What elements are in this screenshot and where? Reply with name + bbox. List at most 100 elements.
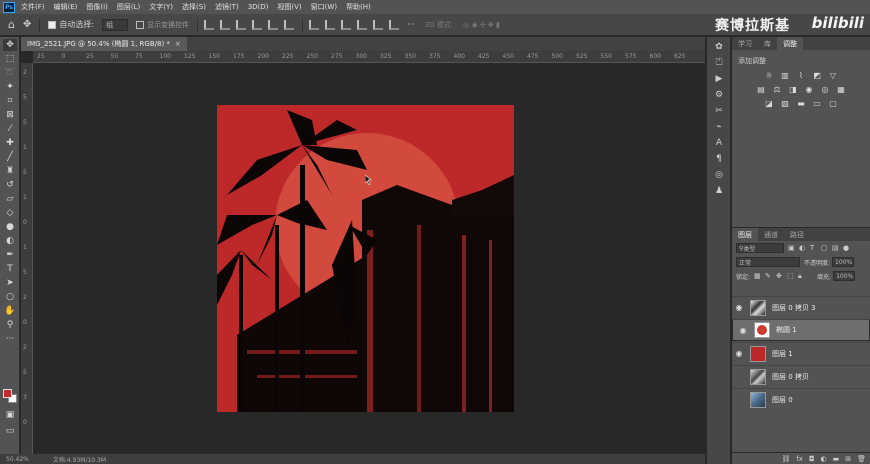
levels-icon[interactable]: ▥ [780, 71, 790, 80]
align-bottom-icon[interactable] [284, 19, 295, 30]
layer-name[interactable]: 图层 1 [772, 349, 793, 359]
quick-mask-icon[interactable]: ▣ [3, 409, 17, 421]
zoom-level[interactable]: 50.42% [6, 456, 29, 463]
tab-libraries[interactable]: 库 [758, 37, 777, 50]
layer-row[interactable]: ◉ 椭圆 1 [732, 319, 870, 341]
opacity-field[interactable]: 100% [832, 257, 855, 267]
layer-name[interactable]: 图层 0 拷贝 [772, 372, 809, 382]
filter-type-icon[interactable]: T [810, 244, 817, 252]
history-brush-icon[interactable]: ↺ [3, 179, 17, 191]
ellipse-tool-icon[interactable]: ○ [3, 291, 17, 303]
layer-row[interactable]: 图层 0 拷贝 [732, 365, 870, 387]
brightness-icon[interactable]: ☼ [764, 71, 774, 80]
blur-tool-icon[interactable]: ● [3, 221, 17, 233]
lock-pixels-icon[interactable]: ▦ [754, 272, 761, 280]
distribute-bottom-icon[interactable] [341, 19, 352, 30]
align-right-icon[interactable] [236, 19, 247, 30]
auto-select-checkbox[interactable] [48, 20, 57, 29]
menu-view[interactable]: 视图(V) [277, 2, 301, 12]
layer-filter-dropdown[interactable]: ⚲ 类型 [736, 243, 784, 253]
screen-mode-icon[interactable]: ▭ [3, 425, 17, 437]
path-select-icon[interactable]: ➤ [3, 277, 17, 289]
filter-shape-icon[interactable]: ▢ [821, 244, 828, 252]
distribute-right-icon[interactable] [389, 19, 400, 30]
healing-tool-icon[interactable]: ✚ [3, 137, 17, 149]
move-tool-icon[interactable]: ✥ [23, 19, 31, 30]
document-canvas[interactable] [217, 105, 514, 412]
tab-paths[interactable]: 路径 [784, 228, 810, 241]
layer-name[interactable]: 图层 0 [772, 395, 793, 405]
paths-panel-icon[interactable]: ⌁ [712, 121, 726, 133]
auto-select-option[interactable]: 自动选择: [48, 19, 94, 30]
brush-settings-icon[interactable]: ✂ [712, 105, 726, 117]
type-tool-icon[interactable]: T [3, 263, 17, 275]
menu-window[interactable]: 窗口(W) [311, 2, 337, 12]
distribute-center-icon[interactable] [373, 19, 384, 30]
invert-icon[interactable]: ◪ [764, 99, 774, 108]
filter-adjust-icon[interactable]: ◐ [799, 244, 806, 252]
filter-pixel-icon[interactable]: ▣ [788, 244, 795, 252]
menu-type[interactable]: 文字(Y) [149, 2, 173, 12]
align-left-icon[interactable] [204, 19, 215, 30]
crop-tool-icon[interactable]: ⌗ [3, 95, 17, 107]
distribute-left-icon[interactable] [357, 19, 368, 30]
channel-mixer-icon[interactable]: ◎ [820, 85, 830, 94]
tab-channels[interactable]: 通道 [758, 228, 784, 241]
black-white-icon[interactable]: ◨ [788, 85, 798, 94]
color-balance-icon[interactable]: ⚖ [772, 85, 782, 94]
layer-row[interactable]: ◉ 图层 0 拷贝 3 [732, 296, 870, 318]
close-tab-icon[interactable]: × [175, 40, 181, 48]
menu-3d[interactable]: 3D(D) [248, 3, 269, 11]
foreground-color-swatch[interactable] [3, 389, 12, 398]
more-options-button[interactable]: ··· [407, 20, 415, 29]
layer-style-icon[interactable]: fx [796, 455, 803, 463]
magic-wand-tool-icon[interactable]: ✦ [3, 81, 17, 93]
delete-layer-icon[interactable]: 🗑︎ [857, 455, 866, 463]
menu-select[interactable]: 选择(S) [182, 2, 206, 12]
zoom-tool-icon[interactable]: ⚲ [3, 319, 17, 331]
eyedropper-tool-icon[interactable]: ⁄ [3, 123, 17, 135]
lock-artboard-icon[interactable]: ⬚ [787, 272, 794, 280]
fill-field[interactable]: 100% [833, 271, 856, 281]
home-icon[interactable]: ⌂ [8, 18, 15, 31]
pen-tool-icon[interactable]: ✒ [3, 249, 17, 261]
distribute-middle-icon[interactable] [325, 19, 336, 30]
layer-name[interactable]: 椭圆 1 [776, 325, 797, 335]
character-panel-icon[interactable]: A [712, 137, 726, 149]
threshold-icon[interactable]: ▬ [796, 99, 806, 108]
lock-position-icon[interactable]: ✥ [776, 272, 783, 280]
filter-smart-icon[interactable]: ▤ [832, 244, 839, 252]
gradient-map-icon[interactable]: ▭ [812, 99, 822, 108]
stamp-tool-icon[interactable]: ♜ [3, 165, 17, 177]
menu-filter[interactable]: 滤镜(T) [215, 2, 239, 12]
layer-name[interactable]: 图层 0 拷贝 3 [772, 303, 816, 313]
tab-adjustments[interactable]: 调整 [777, 37, 803, 50]
link-layers-icon[interactable]: ⛓ [781, 455, 790, 463]
align-middle-icon[interactable] [268, 19, 279, 30]
layer-row[interactable]: ◉ 图层 1 [732, 342, 870, 364]
new-group-icon[interactable]: ▬ [833, 455, 840, 463]
menu-file[interactable]: 文件(F) [21, 2, 45, 12]
tab-layers[interactable]: 图层 [732, 228, 758, 241]
actions-panel-icon[interactable]: ▶ [712, 73, 726, 85]
document-tab[interactable]: IMG_2521.JPG @ 50.4% (椭圆 1, RGB/8) * × [21, 37, 187, 51]
menu-help[interactable]: 帮助(H) [346, 2, 371, 12]
curves-icon[interactable]: ⌇ [796, 71, 806, 80]
hand-tool-icon[interactable]: ✋ [3, 305, 17, 317]
marquee-tool-icon[interactable]: ⬚ [3, 53, 17, 65]
canvas-workspace[interactable] [34, 64, 705, 454]
posterize-icon[interactable]: ▨ [780, 99, 790, 108]
color-lookup-icon[interactable]: ▦ [836, 85, 846, 94]
selective-color-icon[interactable]: ▢ [828, 99, 838, 108]
distribute-top-icon[interactable] [309, 19, 320, 30]
eye-icon[interactable]: ◉ [732, 349, 746, 358]
vibrance-icon[interactable]: ▽ [828, 71, 838, 80]
3d-orbit-icon[interactable]: ◎ ◉ ✣ ✥ ▮ [463, 21, 500, 29]
brush-tool-icon[interactable]: ╱ [3, 151, 17, 163]
paint-bucket-icon[interactable]: ◇ [3, 207, 17, 219]
align-top-icon[interactable] [252, 19, 263, 30]
exposure-icon[interactable]: ◩ [812, 71, 822, 80]
properties-panel-icon[interactable]: ⚙ [712, 89, 726, 101]
lock-all-icon[interactable]: 🔒︎ [798, 272, 805, 280]
add-mask-icon[interactable]: ◘ [809, 455, 815, 463]
